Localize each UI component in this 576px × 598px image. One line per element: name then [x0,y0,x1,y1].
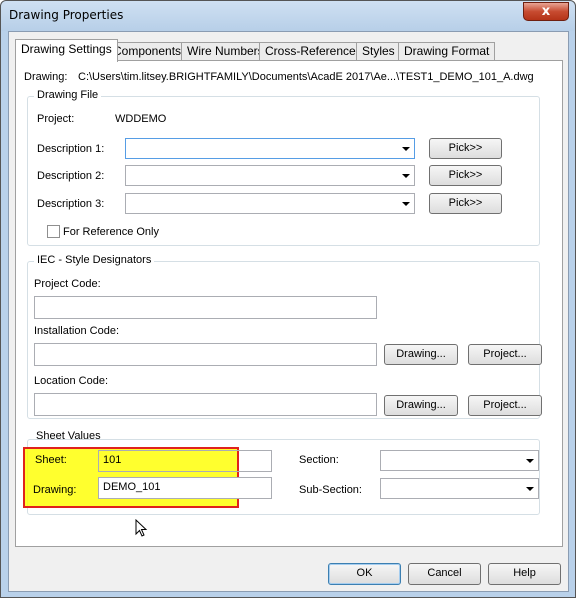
description-2-label: Description 2: [37,170,105,182]
tab-drawing-format[interactable]: Drawing Format [398,42,496,60]
subsection-label: Sub-Section: [299,484,362,496]
ok-button[interactable]: OK [328,563,401,585]
pick-description-1-button[interactable]: Pick>> [429,138,502,159]
project-code-input[interactable] [34,296,377,319]
project-value: WDDEMO [115,113,167,125]
drawing-path-label: Drawing: [24,71,68,83]
sheet-drawing-label: Drawing: [33,484,77,496]
sheet-values-group-title: Sheet Values [36,430,101,442]
section-combo[interactable] [380,450,539,471]
tab-components[interactable]: Components [107,42,188,60]
tab-styles[interactable]: Styles [356,42,401,60]
description-3-label: Description 3: [37,198,105,210]
installation-drawing-button[interactable]: Drawing... [384,344,458,365]
installation-code-input[interactable] [34,343,377,366]
description-2-combo[interactable] [125,165,415,186]
dialog-client-area: Drawing Settings Components Wire Numbers… [8,31,569,592]
chevron-down-icon [402,174,410,178]
location-code-input[interactable] [34,393,377,416]
description-1-label: Description 1: [37,143,105,155]
installation-project-button[interactable]: Project... [468,344,542,365]
help-button[interactable]: Help [488,563,561,585]
subsection-combo[interactable] [380,478,539,499]
sheet-input[interactable]: 101 [98,450,272,472]
section-label: Section: [299,454,339,466]
tab-drawing-settings[interactable]: Drawing Settings [15,39,118,62]
chevron-down-icon [402,147,410,151]
pick-description-2-button[interactable]: Pick>> [429,165,502,186]
sheet-drawing-input[interactable]: DEMO_101 [98,477,272,499]
mouse-cursor-icon [135,519,148,537]
description-3-combo[interactable] [125,193,415,214]
installation-code-label: Installation Code: [34,325,119,337]
close-button[interactable]: x [523,2,569,21]
project-code-label: Project Code: [34,278,101,290]
project-label: Project: [37,113,75,125]
location-drawing-button[interactable]: Drawing... [384,395,458,416]
tab-wire-numbers[interactable]: Wire Numbers [181,42,270,60]
chevron-down-icon [402,202,410,206]
description-1-combo[interactable] [125,138,415,159]
pick-description-3-button[interactable]: Pick>> [429,193,502,214]
reference-only-checkbox[interactable] [47,225,60,238]
iec-group-title: IEC - Style Designators [34,254,155,266]
chevron-down-icon [526,487,534,491]
cancel-button[interactable]: Cancel [408,563,481,585]
drawing-properties-window: Drawing Properties x Drawing Settings Co… [0,0,576,598]
drawing-path-value: C:\Users\tim.litsey.BRIGHTFAMILY\Documen… [78,71,534,83]
close-icon: x [541,4,551,19]
location-project-button[interactable]: Project... [468,395,542,416]
reference-only-label: For Reference Only [63,226,159,238]
chevron-down-icon [526,459,534,463]
tab-cross-references[interactable]: Cross-References [259,42,368,60]
window-title: Drawing Properties [9,8,124,22]
sheet-label: Sheet: [35,454,67,466]
title-bar[interactable]: Drawing Properties x [1,1,575,31]
drawing-file-group-title: Drawing File [34,89,102,101]
location-code-label: Location Code: [34,375,108,387]
